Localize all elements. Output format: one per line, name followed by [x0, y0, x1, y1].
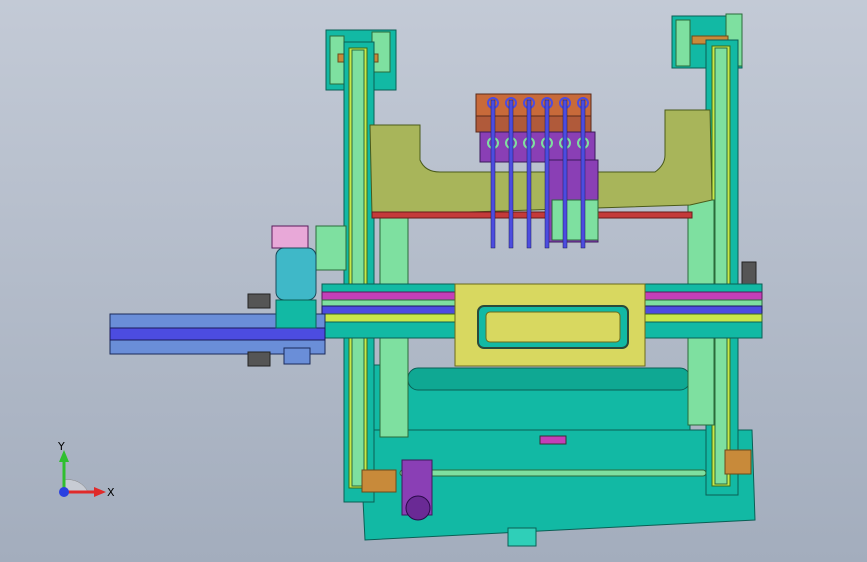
y-axis-label: Y: [57, 440, 65, 453]
blue-rod: [526, 99, 532, 249]
cad-model[interactable]: [0, 0, 867, 562]
axis-triad: Y X: [44, 436, 124, 516]
blue-rod: [580, 99, 586, 249]
blue-rod: [544, 99, 550, 249]
z-axis-dot: [59, 487, 69, 497]
axis-triad-graphic: Y X: [57, 440, 115, 499]
x-axis-arrow: [94, 487, 106, 497]
blue-rod: [490, 99, 496, 249]
blue-rod: [562, 99, 568, 249]
blue-rod: [508, 99, 514, 249]
tool-head[interactable]: [475, 93, 599, 249]
3d-viewport[interactable]: Y X: [0, 0, 867, 562]
x-axis-label: X: [107, 486, 115, 499]
